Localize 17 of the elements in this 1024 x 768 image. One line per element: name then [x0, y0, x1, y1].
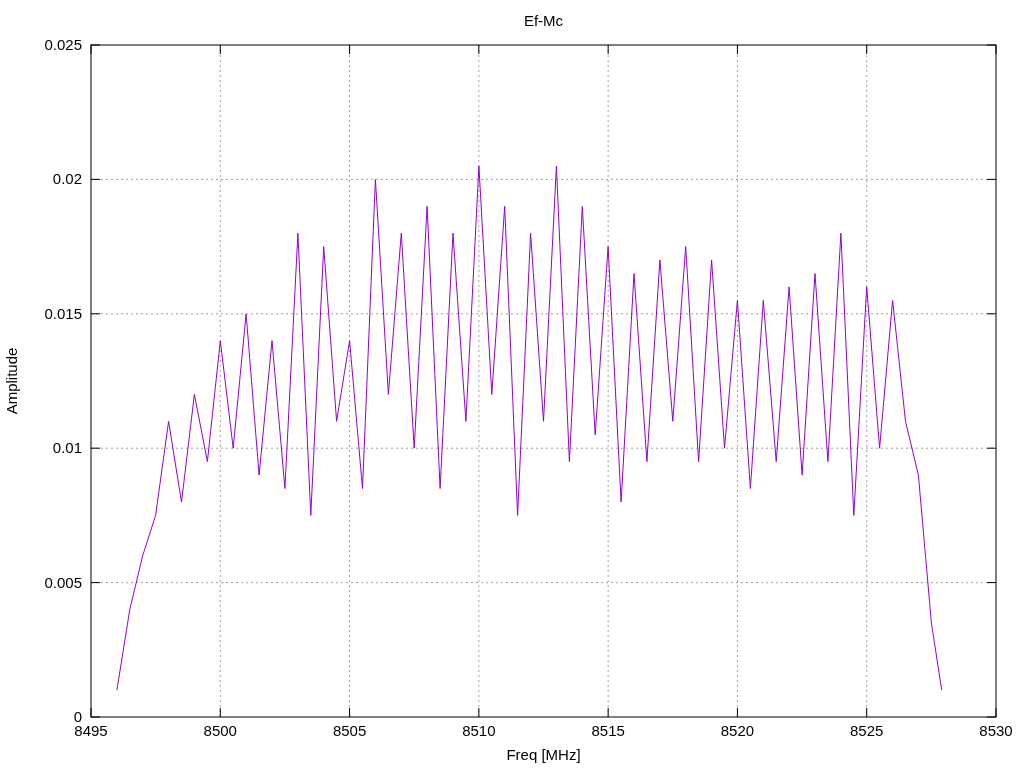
tick-label: 0.015	[44, 304, 82, 322]
tick-label: 0.005	[44, 573, 82, 591]
tick-label: 8500	[203, 722, 237, 739]
tick-label: 0	[73, 708, 82, 725]
chart-title: Ef-Mc	[523, 12, 564, 29]
tick-label: 8525	[850, 722, 884, 739]
tick-label: 0.025	[44, 36, 82, 53]
axis-label: Amplitude	[3, 347, 20, 415]
tick-label: 8515	[591, 722, 625, 739]
tick-label: 8495	[74, 722, 108, 739]
tick-label: 8510	[462, 722, 496, 739]
tick-label: 0.01	[52, 439, 82, 457]
tick-label: 8505	[332, 722, 367, 739]
axis-label: Freq [MHz]	[506, 746, 581, 763]
tick-label: 8520	[720, 722, 755, 739]
tick-label: 8530	[979, 722, 1013, 739]
tick-label: 0.02	[52, 170, 82, 188]
